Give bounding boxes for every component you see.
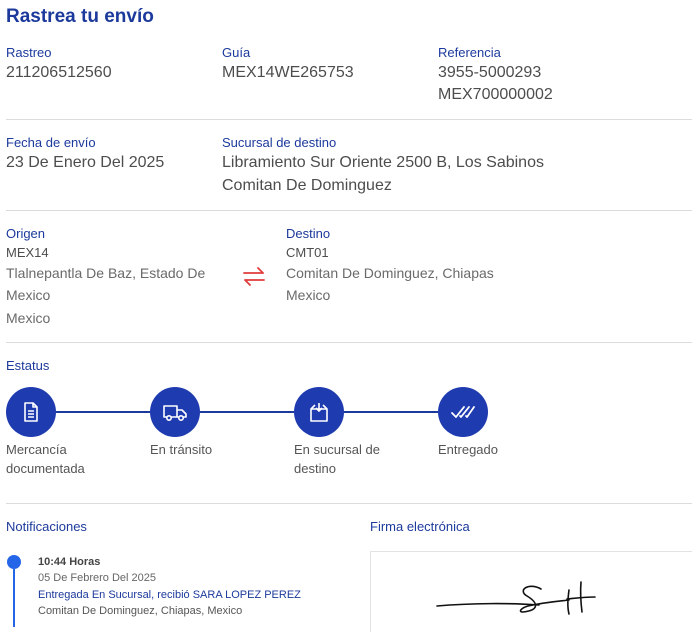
guia-value: MEX14WE265753	[222, 64, 354, 81]
destino-label: Destino	[286, 226, 331, 241]
destino-line1: Comitan De Dominguez, Chiapas	[286, 265, 494, 281]
divider	[6, 119, 692, 120]
notification-place: Comitan De Dominguez, Chiapas, Mexico	[38, 605, 243, 617]
origen-line2: Mexico	[6, 287, 51, 303]
rastreo-label: Rastreo	[6, 45, 52, 60]
destino-line2: Mexico	[286, 287, 331, 303]
referencia-value-2: MEX700000002	[438, 86, 553, 103]
sucursal-destino-line1: Libramiento Sur Oriente 2500 B, Los Sabi…	[222, 154, 544, 171]
timeline-line	[13, 569, 15, 627]
divider	[6, 210, 692, 211]
timeline-dot	[7, 555, 21, 569]
status-connector	[344, 411, 438, 413]
status-step-label-line: En sucursal de	[294, 442, 380, 457]
status-connector	[56, 411, 150, 413]
package-icon	[310, 403, 328, 422]
referencia-label: Referencia	[438, 45, 501, 60]
status-step-label: En sucursal de destino	[294, 440, 414, 478]
sucursal-destino-label: Sucursal de destino	[222, 135, 337, 150]
fecha-envio-label: Fecha de envío	[6, 135, 96, 150]
notification-date: 05 De Febrero Del 2025	[38, 572, 157, 584]
origen-line3: Mexico	[6, 310, 51, 326]
firma-label: Firma electrónica	[370, 519, 470, 534]
status-step-sucursal	[294, 387, 344, 437]
status-step-label-line: documentada	[6, 461, 85, 476]
status-step-label-line: destino	[294, 461, 336, 476]
origen-code: MEX14	[6, 245, 49, 260]
truck-icon	[163, 405, 187, 422]
signature-image	[436, 581, 596, 615]
status-step-documentada	[6, 387, 56, 437]
divider	[6, 503, 692, 504]
sucursal-destino-line2: Comitan De Dominguez	[222, 177, 392, 194]
divider	[6, 342, 692, 343]
notificaciones-label: Notificaciones	[6, 519, 87, 534]
status-step-entregado	[438, 387, 488, 437]
destino-code: CMT01	[286, 245, 329, 260]
notification-time: 10:44 Horas	[38, 556, 101, 568]
status-step-transito	[150, 387, 200, 437]
referencia-value-1: 3955-5000293	[438, 64, 542, 81]
status-step-label: Mercancía documentada	[6, 440, 126, 478]
status-step-label: Entregado	[438, 440, 558, 459]
guia-label: Guía	[222, 45, 251, 60]
origen-label: Origen	[6, 226, 46, 241]
page-title: Rastrea tu envío	[6, 6, 154, 27]
notification-event: Entregada En Sucursal, recibió SARA LOPE…	[38, 589, 301, 601]
double-check-icon	[451, 406, 475, 418]
status-step-label-line: Mercancía	[6, 442, 67, 457]
fecha-envio-value: 23 De Enero Del 2025	[6, 154, 165, 171]
status-step-label: En tránsito	[150, 440, 270, 459]
rastreo-value: 211206512560	[6, 64, 112, 81]
swap-arrows-icon	[243, 267, 265, 286]
document-icon	[24, 402, 38, 422]
signature-box	[370, 551, 692, 632]
status-connector	[200, 411, 294, 413]
estatus-label: Estatus	[6, 358, 50, 373]
status-step-label-line: Entregado	[438, 442, 498, 457]
origen-line1: Tlalnepantla De Baz, Estado De	[6, 265, 206, 281]
status-step-label-line: En tránsito	[150, 442, 213, 457]
